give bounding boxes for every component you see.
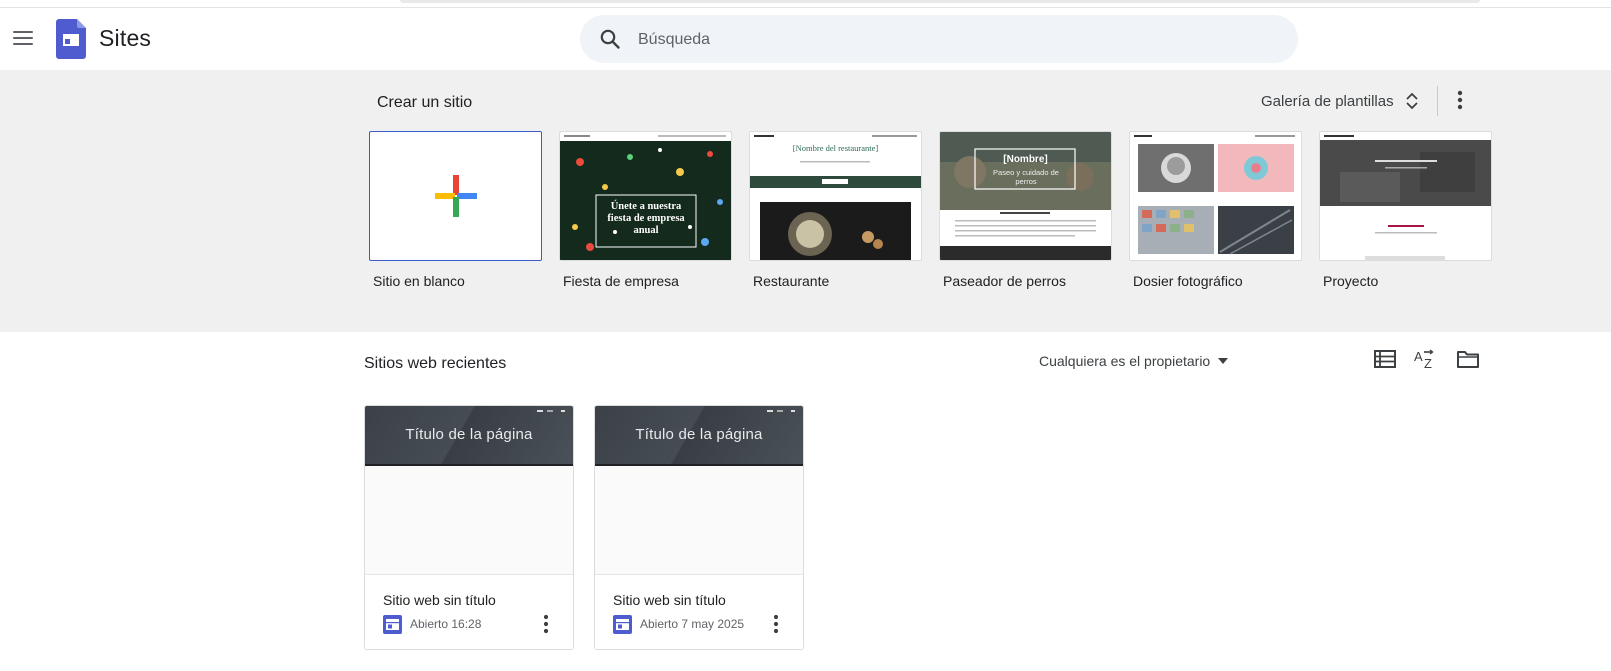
svg-text:A: A [1414, 349, 1423, 364]
template-name: Restaurante [753, 273, 830, 289]
template-thumbnail[interactable] [1319, 131, 1492, 261]
sites-logo-icon[interactable] [56, 19, 86, 59]
template-restaurante[interactable]: [Nombre del restaurante] Restaurante [749, 131, 922, 289]
site-opened-time: Abierto 7 may 2025 [640, 617, 745, 631]
site-banner: Título de la página [365, 406, 573, 466]
list-view-icon[interactable] [1372, 346, 1398, 372]
site-name: Sitio web sin título [613, 592, 726, 608]
plus-icon [435, 175, 477, 217]
site-nav-bar [537, 410, 565, 412]
menu-icon[interactable] [10, 27, 36, 49]
search-input[interactable] [636, 15, 1280, 65]
site-banner-title: Título de la página [405, 426, 533, 443]
template-thumbnail[interactable]: Únete a nuestra fiesta de empresa anual [559, 131, 732, 261]
dog-walker-image [940, 132, 1111, 260]
sort-az-icon[interactable]: A Z [1413, 346, 1439, 372]
template-blank[interactable]: Sitio en blanco [369, 131, 542, 289]
party-lights-image [560, 132, 731, 260]
owner-filter-label: Cualquiera es el propietario [1039, 353, 1211, 369]
template-name: Fiesta de empresa [563, 273, 679, 289]
site-card[interactable]: Título de la página Sitio web sin título… [594, 405, 804, 650]
create-site-title: Crear un sitio [377, 94, 473, 111]
app-title[interactable]: Sites [99, 25, 151, 52]
template-thumb-text: Únete a nuestra fiesta de empresa anual [607, 201, 685, 236]
more-vert-icon[interactable] [1450, 86, 1470, 114]
site-opened-time: Abierto 16:28 [410, 617, 482, 631]
app-header: Sites [0, 8, 1611, 70]
template-gallery-button[interactable]: Galería de plantillas [1253, 84, 1428, 118]
template-thumbnail[interactable]: [Nombre] Paseo y cuidado de perros [939, 131, 1112, 261]
browser-top-strip [0, 0, 1611, 8]
template-thumbnail[interactable]: [Nombre del restaurante] [749, 131, 922, 261]
template-dosier-fotografico[interactable]: Dosier fotográfico [1129, 131, 1302, 289]
unfold-more-icon [1405, 92, 1418, 110]
svg-text:Z: Z [1424, 356, 1432, 371]
site-name: Sitio web sin título [383, 592, 496, 608]
template-paseador-de-perros[interactable]: [Nombre] Paseo y cuidado de perros Pasea… [939, 131, 1112, 289]
template-thumbnail[interactable] [1129, 131, 1302, 261]
site-info: Sitio web sin título Abierto 7 may 2025 [595, 574, 803, 649]
site-info: Sitio web sin título Abierto 16:28 [365, 574, 573, 649]
project-image [1320, 135, 1491, 260]
owner-filter-dropdown[interactable]: Cualquiera es el propietario [1033, 346, 1234, 376]
site-banner-title: Título de la página [635, 426, 763, 443]
arrow-drop-down-icon [1218, 358, 1229, 364]
sites-file-icon [613, 615, 632, 634]
template-name: Dosier fotográfico [1133, 273, 1243, 289]
sites-file-icon [383, 615, 402, 634]
site-preview[interactable]: Título de la página [365, 406, 573, 574]
search-icon[interactable] [598, 27, 622, 51]
recent-sites-title: Sitios web recientes [364, 355, 507, 372]
template-thumb-subtext: Paseo y cuidado de perros [993, 168, 1059, 186]
toolbar-divider [1437, 86, 1438, 116]
template-fiesta-de-empresa[interactable]: Únete a nuestra fiesta de empresa anual … [559, 131, 732, 289]
site-card[interactable]: Título de la página Sitio web sin título… [364, 405, 574, 650]
search-box[interactable] [580, 15, 1298, 65]
template-proyecto[interactable]: Proyecto [1319, 131, 1492, 289]
create-site-section: Crear un sitio Galería de plantillas Sit… [0, 70, 1611, 332]
template-gallery-label: Galería de plantillas [1261, 92, 1394, 110]
template-thumbnail[interactable] [369, 131, 542, 261]
site-banner: Título de la página [595, 406, 803, 466]
photo-portfolio-image [1134, 135, 1295, 255]
template-name: Sitio en blanco [373, 273, 465, 289]
more-vert-icon[interactable] [535, 611, 557, 637]
more-vert-icon[interactable] [765, 611, 787, 637]
template-thumb-text: [Nombre del restaurante] [792, 143, 879, 153]
folder-icon[interactable] [1455, 346, 1481, 372]
scroll-indicator [400, 0, 1480, 3]
template-name: Proyecto [1323, 273, 1379, 289]
site-preview[interactable]: Título de la página [595, 406, 803, 574]
template-thumb-text: [Nombre] [1003, 154, 1048, 165]
template-name: Paseador de perros [943, 273, 1066, 289]
site-nav-bar [767, 410, 795, 412]
